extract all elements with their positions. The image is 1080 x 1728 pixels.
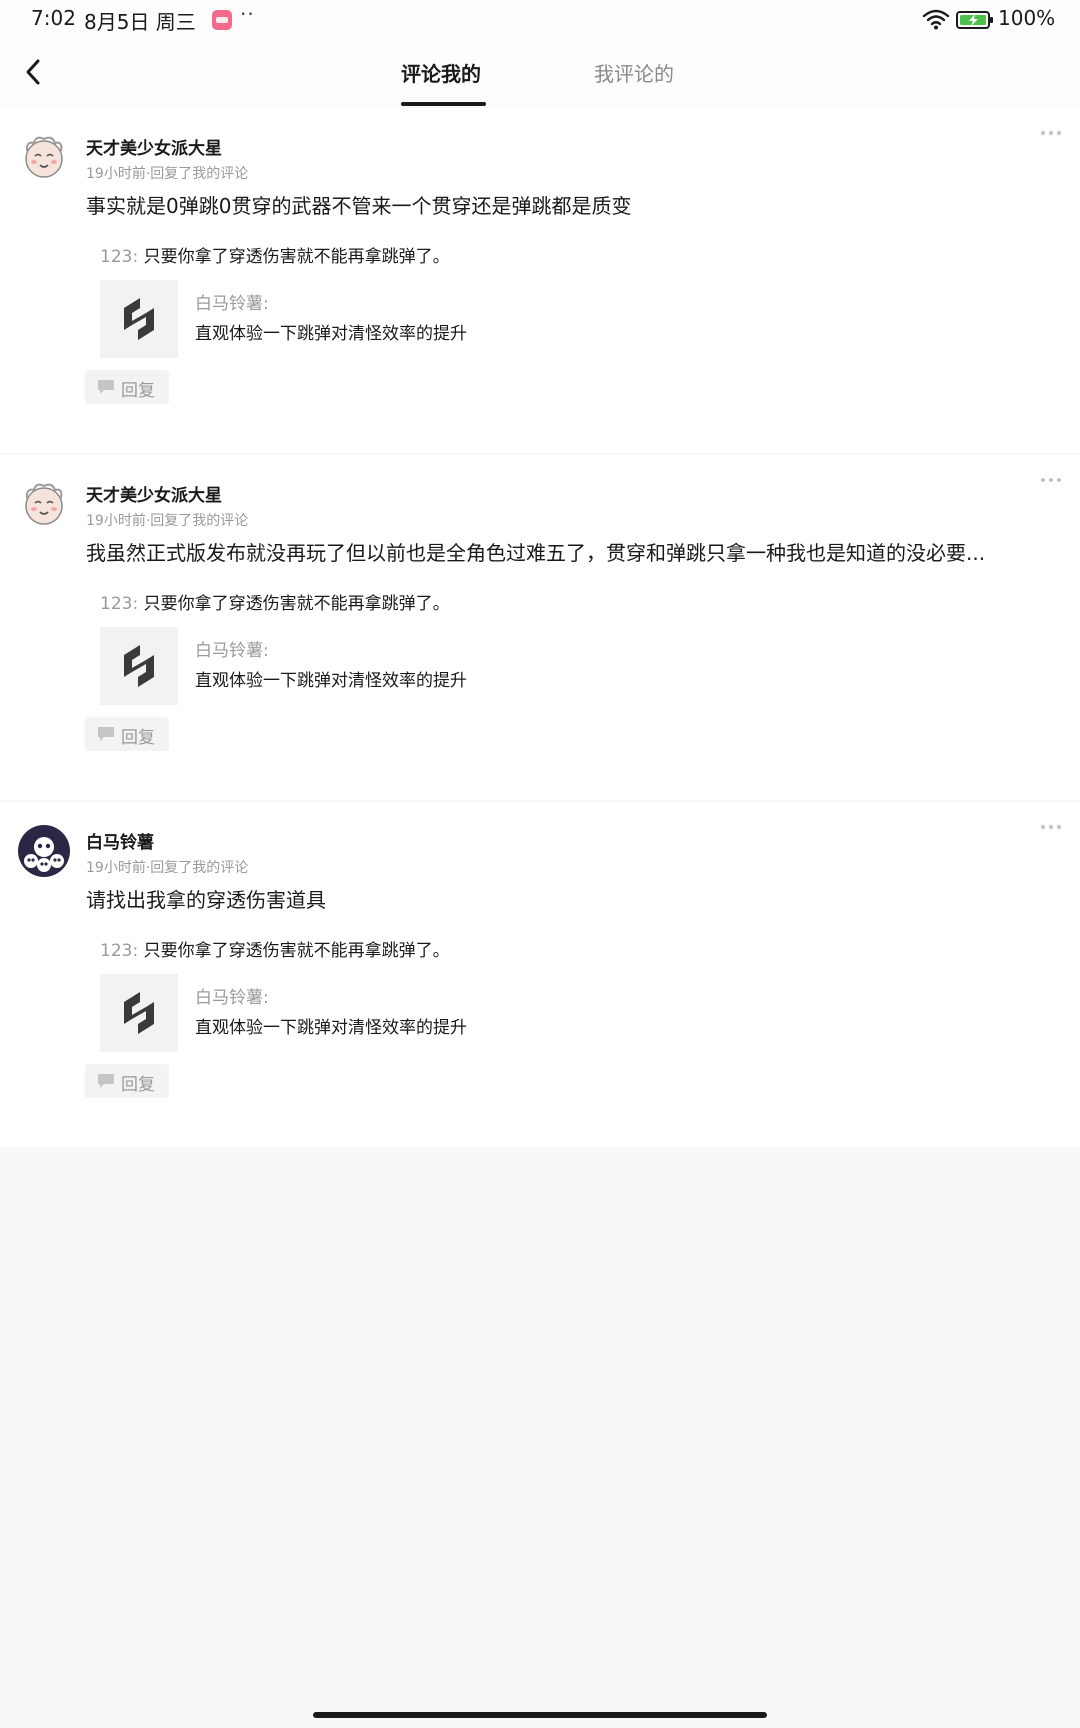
speech-bubble-icon <box>98 727 114 741</box>
back-button[interactable] <box>18 56 50 88</box>
top-bar: 7:02 8月5日 周三 ·· 100% 评论我的 我评论的 <box>0 0 1080 109</box>
comment-card[interactable]: 天才美少女派大星 19小时前·回复了我的评论 我虽然正式版发布就没再玩了但以前也… <box>0 455 1080 800</box>
comment-author[interactable]: 白马铃薯 <box>86 828 154 853</box>
quoted-text: 只要你拿了穿透伤害就不能再拿跳弹了。 <box>143 594 450 614</box>
reference-thumbnail[interactable] <box>100 280 178 358</box>
more-dots-icon[interactable] <box>1040 822 1062 832</box>
more-dots-icon[interactable] <box>1040 128 1062 138</box>
reference-author: 白马铃薯: <box>195 641 269 661</box>
reference-author: 白马铃薯: <box>195 294 269 314</box>
reply-label: 回复 <box>121 728 155 748</box>
reply-label: 回复 <box>121 381 155 401</box>
home-indicator[interactable] <box>313 1712 767 1718</box>
comment-card[interactable]: 天才美少女派大星 19小时前·回复了我的评论 事实就是0弹跳0贯穿的武器不管来一… <box>0 108 1080 453</box>
app-logo-icon <box>124 645 154 687</box>
quoted-comment[interactable]: 123: 只要你拿了穿透伤害就不能再拿跳弹了。 <box>100 242 450 267</box>
comment-text[interactable]: 事实就是0弹跳0贯穿的武器不管来一个贯穿还是弹跳都是质变 <box>86 190 1046 219</box>
reference-thumbnail[interactable] <box>100 974 178 1052</box>
more-dots-icon[interactable] <box>1040 475 1062 485</box>
status-more-indicator: ·· <box>240 2 255 26</box>
wifi-icon <box>922 9 950 30</box>
reference-text[interactable]: 直观体验一下跳弹对清怪效率的提升 <box>195 1013 467 1038</box>
status-bar: 7:02 8月5日 周三 ·· 100% <box>0 0 1080 44</box>
quoted-comment[interactable]: 123: 只要你拿了穿透伤害就不能再拿跳弹了。 <box>100 589 450 614</box>
app-logo-icon <box>124 992 154 1034</box>
status-date: 8月5日 周三 <box>84 10 196 34</box>
reply-button[interactable]: 回复 <box>85 717 169 751</box>
speech-bubble-icon <box>98 1074 114 1088</box>
status-time: 7:02 <box>31 6 76 30</box>
reply-button[interactable]: 回复 <box>85 370 169 404</box>
quoted-comment[interactable]: 123: 只要你拿了穿透伤害就不能再拿跳弹了。 <box>100 936 450 961</box>
tab-my-comments[interactable]: 我评论的 <box>594 58 674 87</box>
notification-app-icon <box>212 10 232 30</box>
comment-meta: 19小时前·回复了我的评论 <box>86 166 249 182</box>
avatar[interactable] <box>18 825 70 877</box>
avatar[interactable] <box>18 478 70 530</box>
speech-bubble-icon <box>98 380 114 394</box>
reply-button[interactable]: 回复 <box>85 1064 169 1098</box>
reference-author: 白马铃薯: <box>195 988 269 1008</box>
comment-meta: 19小时前·回复了我的评论 <box>86 513 249 529</box>
quoted-user: 123: <box>100 941 139 961</box>
comment-author[interactable]: 天才美少女派大星 <box>86 134 222 159</box>
app-logo-icon <box>124 298 154 340</box>
quoted-text: 只要你拿了穿透伤害就不能再拿跳弹了。 <box>143 247 450 267</box>
battery-percentage: 100% <box>998 6 1056 30</box>
comment-author[interactable]: 天才美少女派大星 <box>86 481 222 506</box>
quoted-user: 123: <box>100 247 139 267</box>
comment-text[interactable]: 我虽然正式版发布就没再玩了但以前也是全角色过难五了，贯穿和弹跳只拿一种我也是知道… <box>86 537 1046 566</box>
comment-card[interactable]: 白马铃薯 19小时前·回复了我的评论 请找出我拿的穿透伤害道具 123: 只要你… <box>0 802 1080 1147</box>
avatar[interactable] <box>18 131 70 183</box>
reference-text[interactable]: 直观体验一下跳弹对清怪效率的提升 <box>195 319 467 344</box>
comment-meta: 19小时前·回复了我的评论 <box>86 860 249 876</box>
reference-thumbnail[interactable] <box>100 627 178 705</box>
reference-text[interactable]: 直观体验一下跳弹对清怪效率的提升 <box>195 666 467 691</box>
quoted-text: 只要你拿了穿透伤害就不能再拿跳弹了。 <box>143 941 450 961</box>
battery-charging-icon <box>956 11 993 29</box>
active-tab-indicator <box>401 102 486 106</box>
quoted-user: 123: <box>100 594 139 614</box>
reply-label: 回复 <box>121 1075 155 1095</box>
comment-text[interactable]: 请找出我拿的穿透伤害道具 <box>86 884 1046 913</box>
tab-comments-to-me[interactable]: 评论我的 <box>401 58 481 87</box>
